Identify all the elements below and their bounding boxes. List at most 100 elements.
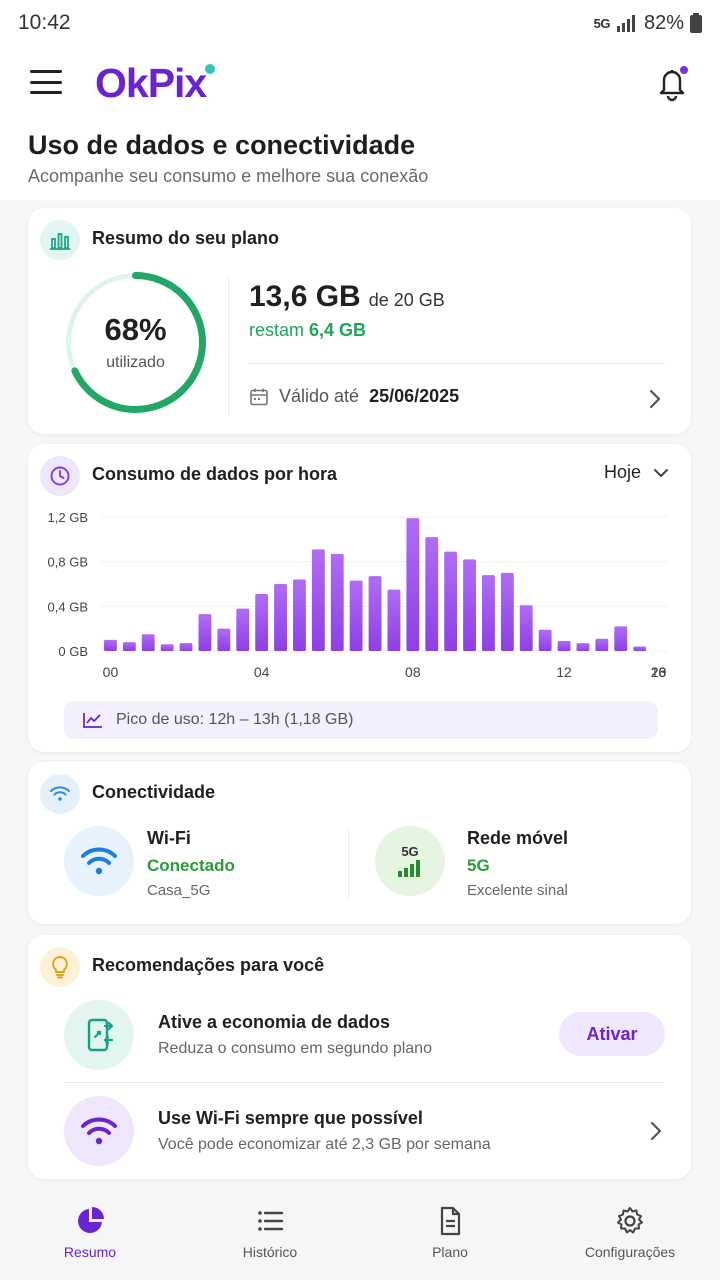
y-tick-label: 1,2 GB xyxy=(48,510,88,525)
wifi-connection-status: Conectado xyxy=(147,856,235,875)
x-tick-label: 00 xyxy=(103,664,119,680)
chart-bar xyxy=(141,634,155,651)
connectivity-title: Conectividade xyxy=(92,782,216,802)
lightbulb-icon xyxy=(40,947,80,987)
signal-icon xyxy=(616,15,635,32)
remaining-amount: 6,4 GB xyxy=(309,320,367,340)
chart-bar xyxy=(311,549,325,651)
notification-badge xyxy=(678,64,690,76)
hourly-usage-card: Consumo de dados por hora Hoje 0 GB 0,4 G… xyxy=(28,444,691,752)
chart-bar xyxy=(595,638,609,651)
divider xyxy=(64,1082,664,1083)
chart-bar xyxy=(425,537,439,651)
x-tick-label: 04 xyxy=(254,664,270,680)
y-tick-label: 0,4 GB xyxy=(48,599,88,614)
valid-prefix: Válido até xyxy=(279,386,360,406)
wifi-icon xyxy=(40,774,80,814)
chart-bar xyxy=(293,579,306,651)
wifi-large-icon xyxy=(64,826,134,896)
app-logo: OkPix xyxy=(95,60,216,107)
data-used: 13,6 GB de 20 GB xyxy=(249,280,445,314)
logo-text: OkPix xyxy=(95,60,207,106)
recommendation-title: Use Wi-Fi sempre que possível xyxy=(158,1108,423,1128)
chart-bar xyxy=(519,605,533,651)
chart-bar xyxy=(349,580,363,651)
plan-summary-card: Resumo do seu plano 68% utilizado 13,6 G… xyxy=(28,208,691,434)
usage-percent-label: utilizado xyxy=(106,354,165,371)
divider xyxy=(348,828,349,898)
period-dropdown[interactable]: Hoje xyxy=(604,462,669,483)
mobile-badge: 5G xyxy=(401,844,418,859)
calendar-icon xyxy=(250,388,268,405)
nav-label: Histórico xyxy=(242,1244,298,1260)
bottom-navigation: Resumo Histórico Plano Configurações xyxy=(0,1192,720,1280)
y-tick-label: 0 GB xyxy=(58,644,88,659)
data-saver-icon xyxy=(64,1000,134,1070)
chart-bar xyxy=(482,575,495,651)
nav-label: Plano xyxy=(432,1244,468,1260)
nav-item-historico[interactable]: Histórico xyxy=(180,1192,360,1280)
list-icon xyxy=(258,1211,284,1231)
chart-bar xyxy=(463,559,476,651)
page-title: Uso de dados e conectividade xyxy=(28,130,416,160)
notifications-button[interactable] xyxy=(652,62,692,102)
data-used-amount: 13,6 GB xyxy=(249,280,361,313)
plan-validity-row[interactable]: Válido até 25/06/2025 xyxy=(249,386,459,407)
wifi-network-name: Casa_5G xyxy=(147,882,211,899)
chart-bar xyxy=(160,644,174,651)
chevron-right-icon xyxy=(650,1121,662,1141)
x-tick-label: 23 xyxy=(651,664,667,680)
chevron-right-icon[interactable] xyxy=(648,388,662,410)
chart-bar xyxy=(406,518,420,651)
data-remaining: restam 6,4 GB xyxy=(249,320,366,341)
recommendation-use-wifi[interactable]: Use Wi-Fi sempre que possível Você pode … xyxy=(28,1093,691,1169)
connectivity-card: Conectividade Wi-Fi Conectado Casa_5G 5G… xyxy=(28,762,691,924)
recommendation-description: Você pode economizar até 2,3 GB por sema… xyxy=(158,1136,491,1153)
document-icon xyxy=(440,1206,461,1236)
trend-icon xyxy=(83,713,102,728)
page-subtitle: Acompanhe seu consumo e melhore sua cone… xyxy=(28,166,429,186)
plan-card-title: Resumo do seu plano xyxy=(92,228,280,248)
recommendation-title: Ative a economia de dados xyxy=(158,1012,391,1032)
bar-chart-icon xyxy=(40,220,80,260)
chart-bar xyxy=(538,629,552,651)
chart-bar xyxy=(633,646,647,651)
network-type: 5G xyxy=(593,15,611,31)
nav-label: Resumo xyxy=(63,1244,117,1260)
chart-bar xyxy=(236,608,250,651)
chart-bar xyxy=(255,594,269,651)
chart-bar xyxy=(387,589,401,651)
activate-button[interactable]: Ativar xyxy=(559,1012,665,1056)
status-bar: 10:42 5G 82% xyxy=(0,0,720,46)
mobile-network-name: Rede móvel xyxy=(467,828,569,848)
chart-bar xyxy=(557,640,571,651)
x-tick-label: 12 xyxy=(556,664,572,680)
gear-icon xyxy=(617,1207,643,1234)
nav-item-plano[interactable]: Plano xyxy=(360,1192,540,1280)
clock-icon xyxy=(40,456,80,496)
recommendations-card: Recomendações para você Ative a economia… xyxy=(28,935,691,1179)
menu-button[interactable] xyxy=(30,70,62,94)
chart-bar xyxy=(122,642,136,651)
signal-5g-icon: 5G xyxy=(375,826,445,896)
period-value: Hoje xyxy=(603,462,641,482)
divider xyxy=(249,363,665,364)
app-header: OkPix Uso de dados e conectividade Acomp… xyxy=(0,46,720,200)
chart-bar xyxy=(576,643,590,651)
chart-bar xyxy=(179,643,193,651)
mobile-network-type: 5G xyxy=(467,856,490,875)
status-time: 10:42 xyxy=(18,11,71,34)
x-tick-label: 08 xyxy=(405,664,421,680)
peak-usage-banner: Pico de uso: 12h – 13h (1,18 GB) xyxy=(64,701,658,739)
nav-item-resumo[interactable]: Resumo xyxy=(0,1192,180,1280)
divider xyxy=(228,278,229,416)
valid-date: 25/06/2025 xyxy=(369,386,460,406)
wifi-recommendation-icon xyxy=(64,1096,134,1166)
nav-item-configuracoes[interactable]: Configurações xyxy=(540,1192,720,1280)
usage-card-title: Consumo de dados por hora xyxy=(92,464,338,484)
menu-icon xyxy=(30,70,62,73)
hourly-usage-chart: 0 GB0,4 GB0,8 GB1,2 GB00 04 08 12 162023 xyxy=(48,510,668,680)
nav-label: Configurações xyxy=(584,1244,676,1260)
remaining-prefix: restam xyxy=(249,320,305,340)
chart-bar xyxy=(104,639,117,651)
